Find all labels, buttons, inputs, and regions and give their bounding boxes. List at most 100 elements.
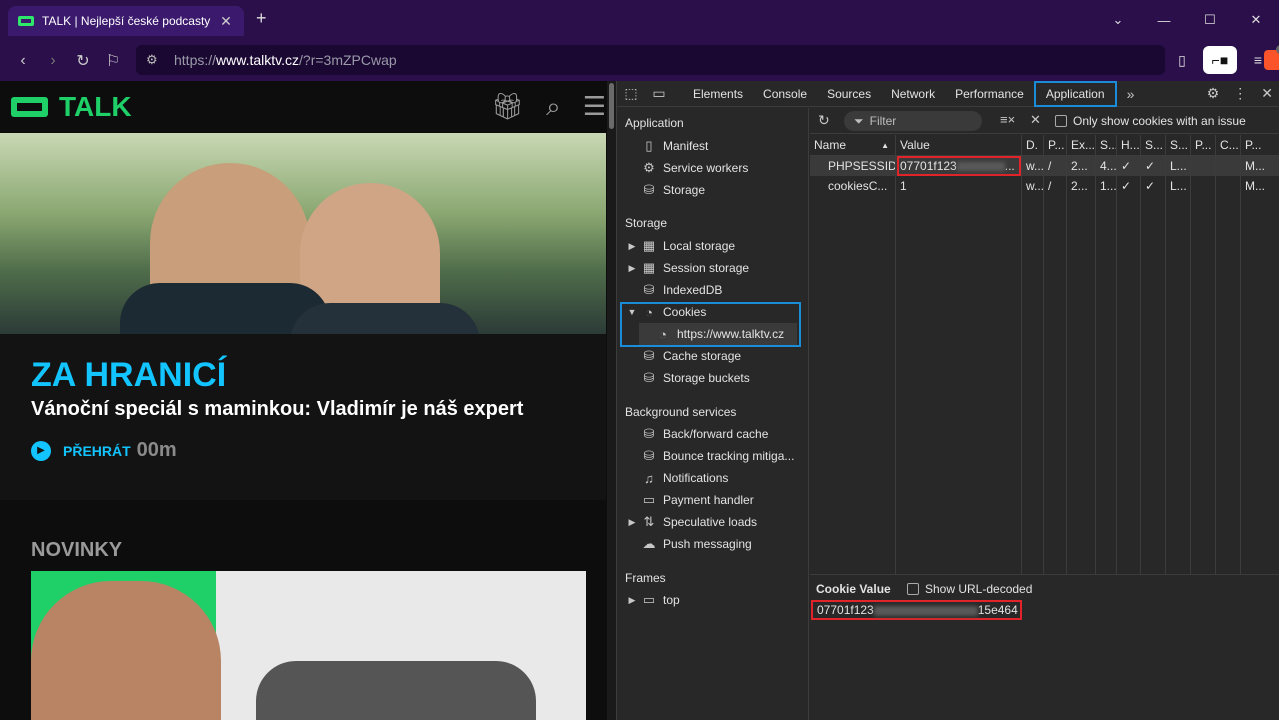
cookie-expires[interactable]: 2... <box>1067 156 1095 176</box>
hero-image[interactable] <box>0 133 606 334</box>
col-header-size[interactable]: S... <box>1096 135 1116 156</box>
cookie-secure[interactable]: ✓ <box>1141 156 1165 176</box>
col-header-samesite[interactable]: S... <box>1166 135 1190 156</box>
sidebar-item-storage[interactable]: ⛁ Storage <box>625 179 705 201</box>
sidebar-item-cache-storage[interactable]: ⛁ Cache storage <box>625 345 742 367</box>
sidebar-item-manifest[interactable]: ▯ Manifest <box>625 135 708 157</box>
cookie-secure[interactable]: ✓ <box>1141 176 1165 196</box>
col-header-domain[interactable]: D. <box>1022 135 1043 156</box>
filter-input[interactable]: ⏷ Filter <box>844 111 982 131</box>
expand-arrow-icon[interactable]: ▶ <box>625 517 639 528</box>
play-button[interactable]: ▶ PŘEHRÁT 00m <box>31 439 177 462</box>
menu-icon[interactable]: ≡ <box>1243 46 1273 74</box>
sidebar-item-bfcache[interactable]: ⛁ Back/forward cache <box>625 423 769 445</box>
col-header-value[interactable]: Value <box>896 135 1021 156</box>
cookie-value-display[interactable]: 07701f123 15e464 <box>811 600 1022 620</box>
col-header-name[interactable]: Name ▲ <box>810 135 895 156</box>
cookie-httponly[interactable]: ✓ <box>1117 156 1140 176</box>
expand-arrow-icon[interactable]: ▶ <box>625 241 639 252</box>
sidebar-item-cookies[interactable]: ▼ ◔ Cookies <box>625 301 707 323</box>
cookie-size[interactable]: 1... <box>1096 176 1116 196</box>
close-tab-icon[interactable]: ✕ <box>218 13 234 30</box>
sidebar-item-indexeddb[interactable]: ⛁ IndexedDB <box>625 279 723 301</box>
gift-icon[interactable]: 🎁︎ <box>491 91 524 123</box>
sidebar-item-notifications[interactable]: ♫ Notifications <box>625 467 728 489</box>
cookie-expires[interactable]: 2... <box>1067 176 1095 196</box>
site-logo-text[interactable]: TALK <box>59 91 132 123</box>
cookie-value[interactable]: 1 <box>896 176 1021 196</box>
col-header-path[interactable]: P... <box>1044 135 1066 156</box>
cookie-priority[interactable]: M... <box>1241 176 1279 196</box>
episode-title[interactable]: Vánoční speciál s maminkou: Vladimír je … <box>31 398 523 421</box>
settings-gear-icon[interactable]: ⚙ <box>1207 85 1220 102</box>
cookie-name[interactable]: cookiesC... <box>824 176 895 196</box>
sidebar-item-push-messaging[interactable]: ☁ Push messaging <box>625 533 752 555</box>
browser-tab[interactable]: TALK | Nejlepší české podcasty ✕ <box>8 6 244 36</box>
sidebar-item-storage-buckets[interactable]: ⛁ Storage buckets <box>625 367 750 389</box>
tab-network[interactable]: Network <box>881 81 945 107</box>
tab-sources[interactable]: Sources <box>817 81 881 107</box>
clear-filtered-icon[interactable]: ≡× <box>1000 112 1015 127</box>
show-title[interactable]: ZA HRANICÍ <box>31 356 226 395</box>
back-icon[interactable]: ‹ <box>8 46 38 76</box>
private-glasses-icon[interactable]: ⌐■ <box>1203 46 1237 74</box>
bookmark-icon[interactable]: ⚐ <box>98 46 128 76</box>
cookie-path[interactable]: / <box>1044 176 1066 196</box>
new-tab-icon[interactable]: + <box>256 8 267 29</box>
show-url-decoded[interactable]: Show URL-decoded <box>907 582 1032 596</box>
scrollbar-thumb[interactable] <box>609 83 614 129</box>
sidebar-item-speculative-loads[interactable]: ▶ ⇅ Speculative loads <box>625 511 758 533</box>
hamburger-menu-icon[interactable]: ☰ <box>583 91 606 123</box>
url-text[interactable]: https://www.talktv.cz/?r=3mZPCwap <box>174 52 397 68</box>
sidebar-item-local-storage[interactable]: ▶ ▦ Local storage <box>625 235 736 257</box>
cookie-samesite[interactable]: L... <box>1166 156 1190 176</box>
col-header-partition[interactable]: P... <box>1191 135 1215 156</box>
search-icon[interactable]: ⌕ <box>546 91 561 123</box>
site-settings-icon[interactable]: ⚙ <box>146 52 174 68</box>
inspect-element-icon[interactable]: ⬚ <box>617 85 645 102</box>
cookie-size[interactable]: 4... <box>1096 156 1116 176</box>
more-tabs-icon[interactable]: » <box>1117 86 1145 102</box>
page-scrollbar[interactable] <box>607 81 616 720</box>
address-bar[interactable]: ⚙ https://www.talktv.cz/?r=3mZPCwap 4 <box>136 45 1279 75</box>
tab-elements[interactable]: Elements <box>683 81 753 107</box>
cookie-domain[interactable]: w... <box>1022 176 1043 196</box>
tab-application[interactable]: Application <box>1033 80 1117 107</box>
forward-icon[interactable]: › <box>38 46 68 76</box>
talk-logo-icon[interactable] <box>11 97 48 117</box>
sidebar-item-bounce-tracking[interactable]: ⛁ Bounce tracking mitiga... <box>625 445 795 467</box>
col-header-priority[interactable]: P... <box>1241 135 1279 156</box>
cookie-priority[interactable]: M... <box>1241 156 1279 176</box>
minimize-icon[interactable]: — <box>1141 0 1187 40</box>
delete-selected-icon[interactable]: ✕ <box>1030 112 1041 128</box>
collapse-arrow-icon[interactable]: ▼ <box>625 307 639 317</box>
device-toolbar-icon[interactable]: ▭ <box>645 85 673 102</box>
tab-performance[interactable]: Performance <box>945 81 1034 107</box>
news-thumbnail[interactable] <box>31 571 586 720</box>
url-decoded-checkbox[interactable] <box>907 583 919 595</box>
col-header-expires[interactable]: Ex... <box>1067 135 1095 156</box>
cookie-path[interactable]: / <box>1044 156 1066 176</box>
expand-arrow-icon[interactable]: ▶ <box>625 595 639 606</box>
close-window-icon[interactable]: ✕ <box>1233 0 1279 40</box>
tab-console[interactable]: Console <box>753 81 817 107</box>
sidebar-item-frame-top[interactable]: ▶ ▭ top <box>625 589 680 611</box>
col-header-secure[interactable]: S... <box>1141 135 1165 156</box>
sidebar-item-service-workers[interactable]: ⚙ Service workers <box>625 157 748 179</box>
reload-icon[interactable]: ↻ <box>68 46 98 76</box>
col-header-crosssite[interactable]: C... <box>1216 135 1240 156</box>
more-options-icon[interactable]: ⋮ <box>1233 85 1247 102</box>
cookie-value[interactable]: 07701f123... <box>896 156 1021 176</box>
expand-arrow-icon[interactable]: ▶ <box>625 263 639 274</box>
cookie-name[interactable]: PHPSESSID <box>824 156 895 176</box>
col-header-httponly[interactable]: H... <box>1117 135 1140 156</box>
close-devtools-icon[interactable]: ✕ <box>1261 85 1273 102</box>
maximize-icon[interactable]: ☐ <box>1187 0 1233 40</box>
tab-search-icon[interactable]: ⌄ <box>1095 0 1141 40</box>
sidebar-icon[interactable]: ▯ <box>1167 46 1197 74</box>
cookie-httponly[interactable]: ✓ <box>1117 176 1140 196</box>
sidebar-item-session-storage[interactable]: ▶ ▦ Session storage <box>625 257 750 279</box>
sidebar-item-payment-handler[interactable]: ▭ Payment handler <box>625 489 754 511</box>
refresh-icon[interactable]: ↻ <box>818 112 830 129</box>
cookie-samesite[interactable]: L... <box>1166 176 1190 196</box>
